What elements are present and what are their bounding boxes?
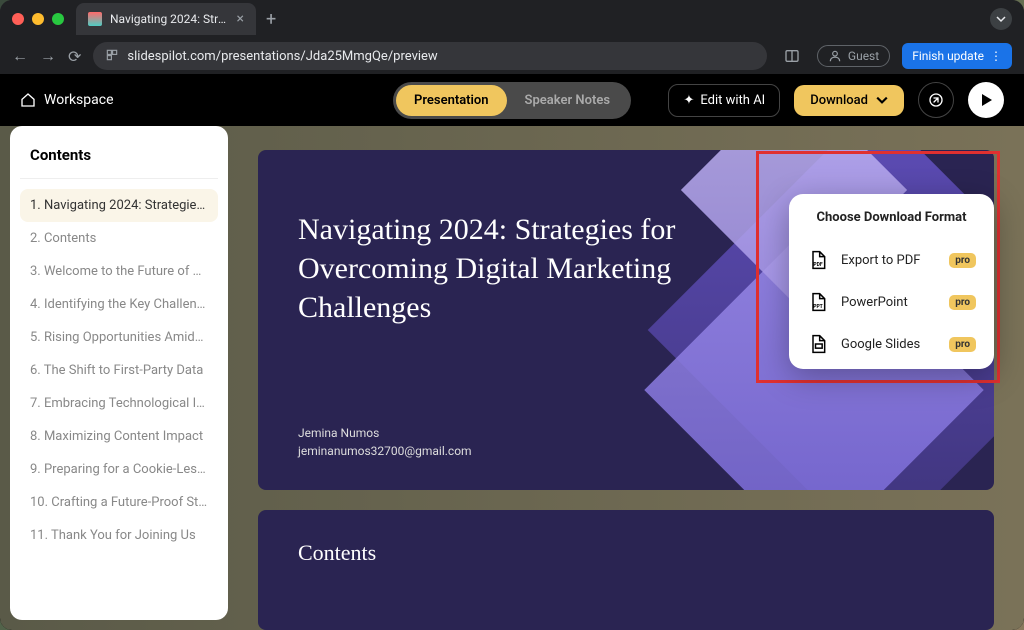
- toc-item[interactable]: 7. Embracing Technological Inn...: [20, 387, 218, 420]
- download-dropdown: Choose Download Format PDF Export to PDF…: [789, 194, 994, 369]
- toc-item[interactable]: 8. Maximizing Content Impact: [20, 420, 218, 453]
- window-maximize[interactable]: [52, 13, 64, 25]
- window-minimize[interactable]: [32, 13, 44, 25]
- pro-badge: pro: [949, 295, 976, 310]
- window-close[interactable]: [12, 13, 24, 25]
- dropdown-item-label: PowerPoint: [841, 295, 937, 310]
- app-toolbar: Workspace Presentation Speaker Notes ✦ E…: [0, 74, 1024, 126]
- pdf-icon: PDF: [807, 249, 829, 271]
- toc-item[interactable]: 5. Rising Opportunities Amidst ...: [20, 321, 218, 354]
- tab-presentation[interactable]: Presentation: [396, 85, 507, 116]
- dropdown-item-label: Export to PDF: [841, 253, 937, 268]
- menu-dots-icon: ⋮: [990, 49, 1002, 63]
- app-area: Workspace Presentation Speaker Notes ✦ E…: [0, 74, 1024, 630]
- tab-speaker-notes[interactable]: Speaker Notes: [507, 85, 628, 116]
- svg-text:PDF: PDF: [813, 262, 822, 268]
- user-icon: [828, 49, 842, 63]
- download-button[interactable]: Download: [794, 85, 904, 116]
- slide-2[interactable]: Contents: [258, 510, 994, 630]
- workspace-link[interactable]: Workspace: [20, 92, 114, 108]
- toc-item[interactable]: 11. Thank You for Joining Us: [20, 519, 218, 552]
- dropdown-item-label: Google Slides: [841, 337, 937, 352]
- new-tab-button[interactable]: +: [266, 9, 276, 30]
- address-bar: ← → ⟳ slidespilot.com/presentations/Jda2…: [0, 38, 1024, 74]
- toc-item[interactable]: 6. The Shift to First-Party Data: [20, 354, 218, 387]
- contents-heading: Contents: [20, 146, 218, 179]
- panel-icon[interactable]: [779, 43, 805, 69]
- browser-tabbar: Navigating 2024: Strategies f... × +: [76, 3, 990, 35]
- finish-label: Finish update: [912, 49, 984, 63]
- tab-title: Navigating 2024: Strategies f...: [110, 12, 229, 26]
- url-bar[interactable]: slidespilot.com/presentations/Jda25MmgQe…: [93, 42, 767, 70]
- home-icon: [20, 92, 36, 108]
- share-button[interactable]: [918, 82, 954, 118]
- share-icon: [928, 92, 944, 108]
- chevron-down-icon: [876, 94, 888, 106]
- play-icon: [982, 94, 992, 106]
- export-powerpoint-option[interactable]: PPT PowerPoint pro: [799, 281, 984, 323]
- slide-author: Jemina Numos: [298, 424, 954, 442]
- traffic-lights: [12, 13, 64, 25]
- site-settings-icon: [105, 48, 119, 65]
- dropdown-title: Choose Download Format: [799, 210, 984, 225]
- toc-item[interactable]: 9. Preparing for a Cookie-Less ...: [20, 453, 218, 486]
- slide-author-block: Jemina Numos jeminanumos32700@gmail.com: [298, 424, 954, 460]
- pro-badge: pro: [949, 253, 976, 268]
- tab-favicon: [88, 12, 102, 26]
- edit-ai-label: Edit with AI: [700, 93, 765, 108]
- gslides-icon: [807, 333, 829, 355]
- slide-email: jeminanumos32700@gmail.com: [298, 442, 954, 460]
- export-pdf-option[interactable]: PDF Export to PDF pro: [799, 239, 984, 281]
- slide-title: Navigating 2024: Strategies for Overcomi…: [298, 210, 678, 327]
- sparkle-icon: ✦: [683, 93, 694, 108]
- browser-window: Navigating 2024: Strategies f... × + ← →…: [0, 0, 1024, 630]
- edit-with-ai-button[interactable]: ✦ Edit with AI: [668, 84, 780, 117]
- guest-label: Guest: [848, 49, 879, 63]
- view-toggle: Presentation Speaker Notes: [393, 82, 631, 119]
- toc-item[interactable]: 4. Identifying the Key Challenges: [20, 288, 218, 321]
- svg-text:PPT: PPT: [813, 304, 823, 310]
- contents-sidebar: Contents 1. Navigating 2024: Strategies …: [10, 126, 228, 620]
- workspace-label: Workspace: [44, 92, 114, 108]
- toc-item[interactable]: 10. Crafting a Future-Proof Strat...: [20, 486, 218, 519]
- toc-item[interactable]: 1. Navigating 2024: Strategies fo...: [20, 189, 218, 222]
- download-label: Download: [810, 93, 868, 108]
- nav-reload[interactable]: ⟳: [68, 47, 81, 66]
- present-button[interactable]: [968, 82, 1004, 118]
- nav-back[interactable]: ←: [12, 46, 28, 66]
- browser-tab[interactable]: Navigating 2024: Strategies f... ×: [76, 3, 256, 35]
- slide-title: Contents: [298, 540, 954, 566]
- nav-forward[interactable]: →: [40, 46, 56, 66]
- pro-badge: pro: [949, 337, 976, 352]
- toc-item[interactable]: 3. Welcome to the Future of Digi...: [20, 255, 218, 288]
- url-text: slidespilot.com/presentations/Jda25MmgQe…: [127, 49, 437, 64]
- profile-guest[interactable]: Guest: [817, 45, 890, 67]
- toc-item[interactable]: 2. Contents: [20, 222, 218, 255]
- finish-update-button[interactable]: Finish update ⋮: [902, 43, 1012, 69]
- ppt-icon: PPT: [807, 291, 829, 313]
- window-dropdown[interactable]: [990, 8, 1012, 30]
- titlebar: Navigating 2024: Strategies f... × +: [0, 0, 1024, 38]
- tab-close-icon[interactable]: ×: [237, 11, 244, 27]
- export-google-slides-option[interactable]: Google Slides pro: [799, 323, 984, 365]
- chevron-down-icon: [996, 14, 1006, 24]
